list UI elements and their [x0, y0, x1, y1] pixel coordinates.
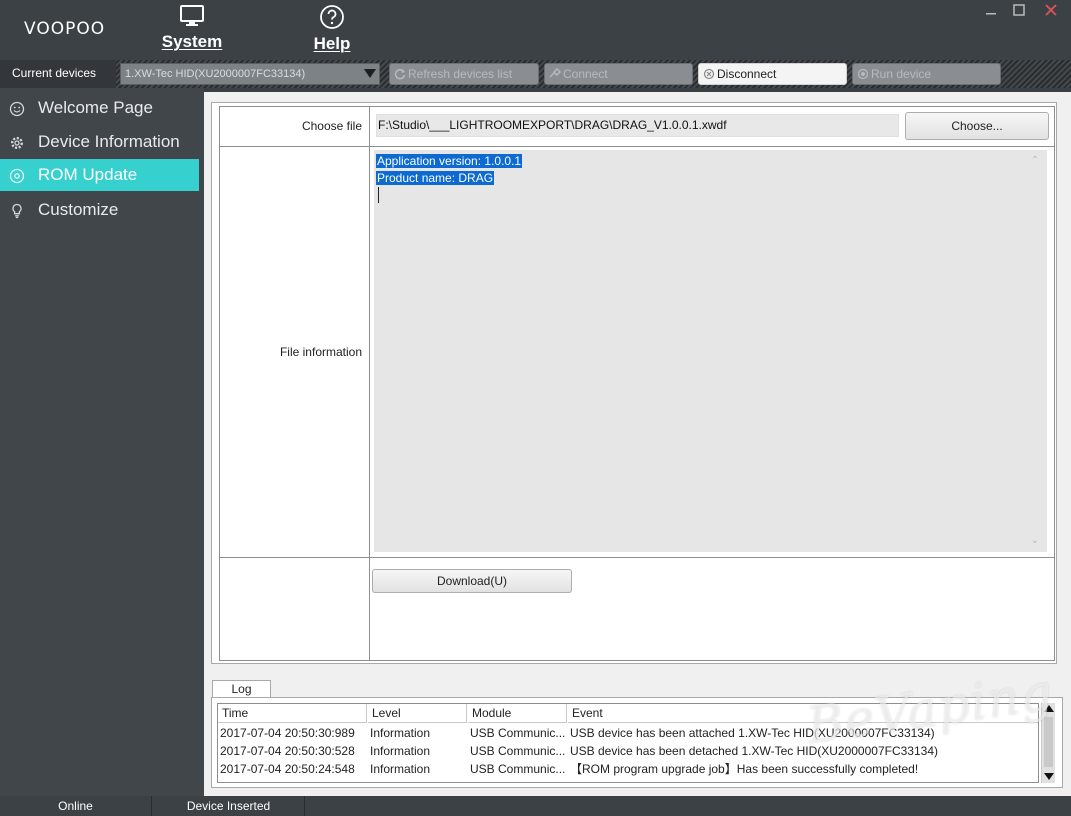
- text-caret: [378, 187, 379, 203]
- sidebar-item-customize[interactable]: Customize: [0, 194, 199, 226]
- download-button[interactable]: Download(U): [372, 569, 572, 593]
- sidebar-item-label: Device Information: [38, 132, 180, 151]
- product-name-text: Product name: DRAG: [376, 171, 495, 185]
- close-button[interactable]: [1036, 0, 1066, 20]
- choose-file-button[interactable]: Choose...: [905, 112, 1049, 140]
- log-level-cell: Information: [370, 744, 431, 758]
- rom-update-page: Choose file F:\Studio\___LIGHTROOMEXPORT…: [204, 92, 1071, 796]
- maximize-button[interactable]: [1004, 0, 1034, 20]
- file-information-label: File information: [279, 345, 362, 359]
- log-time-cell: 2017-07-04 20:50:24:548: [220, 762, 355, 776]
- disconnect-label: Disconnect: [717, 67, 777, 81]
- connect-button[interactable]: Connect: [544, 63, 693, 85]
- log-column-event[interactable]: Event: [568, 704, 1038, 723]
- log-event-cell: USB device has been attached 1.XW-Tec HI…: [570, 726, 935, 740]
- log-module-cell: USB Communic...: [470, 744, 566, 758]
- grid-divider: [220, 146, 1054, 147]
- plug-icon: [549, 68, 561, 78]
- minimize-button[interactable]: [976, 0, 1006, 20]
- log-panel: Time Level Module Event 2017-07-04 20:50…: [211, 697, 1063, 788]
- sidebar-item-device-information[interactable]: Device Information: [0, 126, 199, 158]
- scroll-down-icon[interactable]: [1044, 773, 1054, 780]
- log-scrollbar[interactable]: [1041, 703, 1055, 783]
- run-device-button[interactable]: Run device: [852, 63, 1001, 85]
- status-online: Online: [0, 796, 152, 816]
- sidebar-item-label: Customize: [38, 200, 119, 219]
- bulb-icon: [12, 203, 22, 219]
- question-circle-icon: [320, 5, 344, 29]
- file-path-field[interactable]: F:\Studio\___LIGHTROOMEXPORT\DRAG\DRAG_V…: [376, 114, 899, 137]
- refresh-devices-label: Refresh devices list: [408, 67, 513, 81]
- help-menu-button[interactable]: Help: [292, 4, 372, 58]
- log-level-cell: Information: [370, 726, 431, 740]
- help-menu-label: Help: [313, 34, 351, 53]
- log-table: Time Level Module Event 2017-07-04 20:50…: [217, 703, 1039, 783]
- connect-label: Connect: [563, 67, 608, 81]
- title-bar: VOOPOO System Help: [0, 0, 1071, 60]
- device-select[interactable]: 1.XW-Tec HID(XU2000007FC33134): [120, 63, 380, 85]
- log-time-cell: 2017-07-04 20:50:30:528: [220, 744, 355, 758]
- toolbar: Current devices 1.XW-Tec HID(XU2000007FC…: [0, 60, 1071, 88]
- choose-file-label: Choose file: [301, 119, 362, 133]
- run-device-label: Run device: [871, 67, 932, 81]
- chevron-down-icon[interactable]: [364, 69, 376, 78]
- log-time-cell: 2017-07-04 20:50:30:989: [220, 726, 355, 740]
- grid-divider: [369, 107, 370, 660]
- app-logo: VOOPOO: [24, 19, 106, 39]
- sidebar-item-rom-update[interactable]: ROM Update: [0, 159, 199, 191]
- file-information-textarea[interactable]: Application version: 1.0.0.1 Product nam…: [374, 150, 1047, 552]
- run-icon: [857, 68, 869, 80]
- scroll-up-icon[interactable]: ⌃: [1030, 156, 1040, 166]
- log-module-cell: USB Communic...: [470, 762, 566, 776]
- app-version-text: Application version: 1.0.0.1: [376, 154, 523, 168]
- log-column-time[interactable]: Time: [218, 704, 367, 723]
- system-menu-label: System: [161, 32, 223, 51]
- scroll-up-icon[interactable]: [1044, 705, 1054, 712]
- close-icon: [1045, 4, 1057, 16]
- gear-icon: [10, 136, 24, 150]
- log-event-cell: 【ROM program upgrade job】Has been succes…: [570, 762, 919, 776]
- sidebar-item-label: Welcome Page: [38, 98, 153, 117]
- sidebar: Welcome Page Device Information ROM Upda…: [0, 88, 204, 796]
- minimize-icon: [986, 13, 996, 15]
- status-device-inserted: Device Inserted: [153, 796, 305, 816]
- rom-update-grid: Choose file F:\Studio\___LIGHTROOMEXPORT…: [219, 106, 1055, 661]
- grid-divider: [220, 557, 1054, 558]
- log-level-cell: Information: [370, 762, 431, 776]
- log-column-module[interactable]: Module: [468, 704, 567, 723]
- scroll-down-icon[interactable]: ⌄: [1030, 536, 1040, 546]
- log-module-cell: USB Communic...: [470, 726, 566, 740]
- status-bar: Online Device Inserted: [0, 796, 1071, 816]
- disconnect-icon: [703, 68, 715, 80]
- device-select-value: 1.XW-Tec HID(XU2000007FC33134): [125, 68, 306, 80]
- refresh-devices-button[interactable]: Refresh devices list: [389, 63, 539, 85]
- scrollbar-thumb[interactable]: [1044, 717, 1053, 767]
- rom-update-panel: Choose file F:\Studio\___LIGHTROOMEXPORT…: [211, 102, 1057, 664]
- smiley-icon: [9, 101, 25, 117]
- sidebar-item-label: ROM Update: [38, 165, 138, 184]
- maximize-icon: [1013, 4, 1025, 16]
- system-menu-button[interactable]: System: [152, 4, 232, 58]
- disconnect-button[interactable]: Disconnect: [698, 63, 847, 85]
- refresh-icon: [394, 68, 406, 80]
- log-event-cell: USB device has been detached 1.XW-Tec HI…: [570, 744, 938, 758]
- log-tab[interactable]: Log: [212, 680, 271, 698]
- current-devices-label: Current devices: [0, 60, 116, 88]
- disc-icon: [9, 168, 25, 184]
- monitor-icon: [180, 5, 204, 26]
- log-column-level[interactable]: Level: [368, 704, 467, 723]
- sidebar-item-welcome-page[interactable]: Welcome Page: [0, 92, 199, 124]
